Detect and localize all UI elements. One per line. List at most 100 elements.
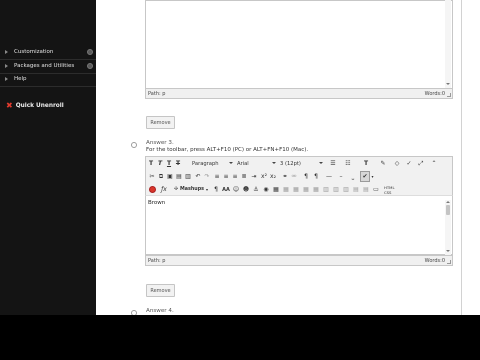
font-size-select[interactable]: 3 (12pt)	[280, 159, 324, 168]
html-css-button[interactable]: HTML CSS	[384, 184, 402, 195]
quick-unenroll-link[interactable]: ✖ Quick Unenroll	[6, 101, 64, 110]
sidebar-item-label: Packages and Utilities	[14, 63, 75, 69]
mashups-dropdown[interactable]: ✣ Mashups ▾	[174, 185, 210, 194]
copy-icon[interactable]: ⧉	[157, 171, 165, 182]
expand-arrow-icon	[5, 64, 8, 68]
align-right-icon[interactable]: ≡	[231, 171, 239, 182]
chevron-down-icon	[272, 162, 276, 164]
underline-icon[interactable]: T	[165, 158, 173, 169]
chevron-down-icon[interactable]: ▾	[370, 171, 375, 182]
align-center-icon[interactable]: ≡	[222, 171, 230, 182]
mashups-icon: ✣	[174, 187, 179, 192]
character-map-icon[interactable]: AA	[222, 184, 230, 195]
emoji-icon[interactable]: ☻	[242, 184, 250, 195]
paste-text-icon[interactable]: ▤	[175, 171, 183, 182]
math-editor-icon[interactable]: ƒx	[159, 184, 169, 195]
sidebar-item-label: Customization	[14, 49, 54, 55]
link-icon[interactable]: ⚭	[281, 171, 289, 182]
superscript-icon[interactable]: x²	[260, 171, 268, 182]
ltr-icon[interactable]: ¶	[302, 171, 310, 182]
col-after-icon[interactable]: ▥	[332, 184, 340, 195]
chevron-down-icon: ▾	[206, 187, 209, 192]
anchor-icon[interactable]: ⚓	[252, 184, 260, 195]
strikethrough-icon[interactable]: T	[174, 158, 182, 169]
collapse-toolbar-icon[interactable]: ⌃	[429, 158, 439, 169]
answer-3-content: Brown	[148, 200, 166, 206]
sidebar-item-help[interactable]: Help	[0, 72, 96, 86]
scroll-down-arrow-icon[interactable]	[446, 250, 450, 252]
italic-icon[interactable]: T	[156, 158, 164, 169]
scrollbar-thumb[interactable]	[446, 205, 450, 215]
record-icon[interactable]	[148, 184, 157, 195]
scrollbar[interactable]	[445, 200, 451, 255]
path-label: Path: p	[148, 91, 166, 97]
close-icon: ✖	[6, 101, 13, 110]
paragraph-mark-icon[interactable]: ¶	[212, 184, 220, 195]
sidebar-item-label: Help	[14, 76, 27, 82]
spell-check-toggle-icon[interactable]: ✔	[360, 171, 370, 182]
sidebar-item-customization[interactable]: Customization	[0, 45, 96, 59]
nonbreaking-space-icon[interactable]: ⎵	[348, 171, 358, 182]
justify-icon[interactable]: ≣	[240, 171, 248, 182]
horizontal-rule-icon[interactable]: –	[336, 171, 346, 182]
text-color-icon[interactable]: T	[358, 158, 374, 169]
preview-icon[interactable]: ◉	[262, 184, 270, 195]
row-after-icon[interactable]: ▦	[302, 184, 310, 195]
scroll-down-arrow-icon[interactable]	[446, 83, 450, 85]
answer-3-text-area[interactable]	[145, 195, 453, 255]
remove-button[interactable]: Remove	[146, 284, 175, 297]
paragraph-format-select[interactable]: Paragraph	[192, 159, 234, 168]
fullscreen-icon[interactable]: ⤢	[416, 158, 426, 169]
scroll-up-arrow-icon[interactable]	[446, 201, 450, 203]
word-count: Words:0	[424, 258, 445, 264]
editor-toolbar: T T T T Paragraph Arial 3 (12pt) ☰ ☷ T ✎…	[145, 156, 453, 195]
horizontal-line-icon[interactable]: —	[324, 171, 334, 182]
bullet-list-icon[interactable]: ☰	[326, 158, 340, 169]
correct-answer-radio[interactable]	[131, 142, 137, 148]
table-props-icon[interactable]: ▦	[282, 184, 290, 195]
indent-icon[interactable]: ⇥	[250, 171, 258, 182]
paste-word-icon[interactable]: ▥	[184, 171, 192, 182]
cell-props-icon[interactable]: ▭	[372, 184, 380, 195]
col-before-icon[interactable]: ▥	[322, 184, 330, 195]
row-before-icon[interactable]: ▦	[292, 184, 300, 195]
path-bar: Path: p Words:0	[145, 255, 453, 266]
divider	[0, 86, 96, 87]
align-left-icon[interactable]: ≡	[213, 171, 221, 182]
menu-options-icon[interactable]	[87, 63, 93, 69]
content-border	[461, 0, 462, 315]
spell-check-icon[interactable]: ✓	[404, 158, 414, 169]
toolbar-row-1: T T T T Paragraph Arial 3 (12pt) ☰ ☷ T ✎…	[146, 157, 452, 170]
table-icon[interactable]: ▦	[272, 184, 280, 195]
resize-grip-icon[interactable]	[447, 260, 451, 264]
highlight-pen-icon[interactable]: ✎	[376, 158, 390, 169]
emoticon-icon[interactable]: ☺	[232, 184, 240, 195]
remove-button[interactable]: Remove	[146, 116, 175, 129]
chevron-down-icon	[319, 162, 323, 164]
redo-icon[interactable]: ↷	[203, 171, 211, 182]
paste-icon[interactable]: ▣	[166, 171, 174, 182]
font-family-value: Arial	[237, 160, 249, 167]
unlink-icon[interactable]: ⚮	[290, 171, 298, 182]
expand-arrow-icon	[5, 50, 8, 54]
menu-options-icon[interactable]	[87, 49, 93, 55]
merge-cells-icon[interactable]: ▤	[362, 184, 370, 195]
font-family-select[interactable]: Arial	[237, 159, 277, 168]
answer-label: Answer 4.	[146, 308, 174, 314]
numbered-list-icon[interactable]: ☷	[341, 158, 355, 169]
resize-grip-icon[interactable]	[447, 93, 451, 97]
correct-answer-radio[interactable]	[131, 310, 137, 315]
record-dot	[149, 186, 156, 193]
bold-icon[interactable]: T	[147, 158, 155, 169]
answer-2-text-area[interactable]	[145, 0, 453, 89]
delete-col-icon[interactable]: ▥	[342, 184, 350, 195]
cut-icon[interactable]: ✂	[148, 171, 156, 182]
subscript-icon[interactable]: x₂	[269, 171, 277, 182]
clear-format-icon[interactable]: ◇	[392, 158, 402, 169]
rtl-icon[interactable]: ¶	[312, 171, 320, 182]
delete-row-icon[interactable]: ▦	[312, 184, 320, 195]
scrollbar[interactable]	[445, 0, 451, 88]
undo-icon[interactable]: ↶	[194, 171, 202, 182]
split-cells-icon[interactable]: ▤	[352, 184, 360, 195]
sidebar-item-packages-and-utilities[interactable]: Packages and Utilities	[0, 59, 96, 73]
